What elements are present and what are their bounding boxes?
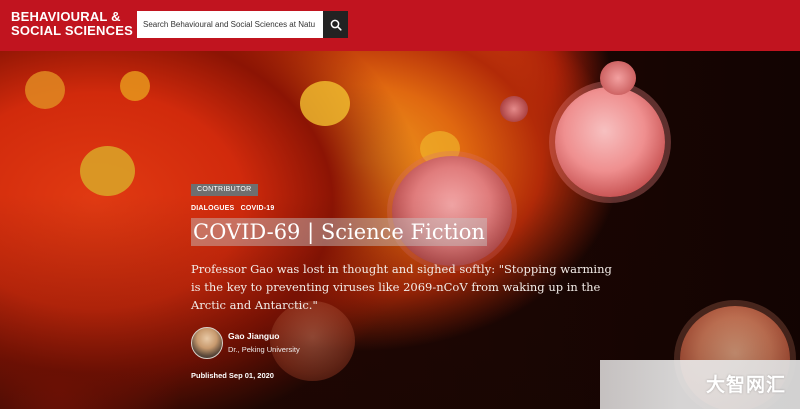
tag-covid-19[interactable]: COVID-19	[241, 205, 275, 212]
search-button[interactable]	[323, 11, 348, 38]
search-form	[137, 11, 348, 38]
author-affiliation: Dr., Peking University	[228, 345, 300, 354]
hero-banner: CONTRIBUTOR DIALOGUES COVID-19 COVID-69 …	[0, 51, 800, 409]
site-header: BEHAVIOURAL & SOCIAL SCIENCES	[0, 0, 800, 51]
watermark-logo: 大智网汇	[706, 374, 787, 396]
author-name[interactable]: Gao Jianguo	[228, 331, 279, 341]
article-description: Professor Gao was lost in thought and si…	[191, 262, 612, 312]
logo-line-2: SOCIAL SCIENCES	[11, 23, 133, 38]
contributor-badge: CONTRIBUTOR	[191, 184, 258, 196]
site-logo[interactable]: BEHAVIOURAL & SOCIAL SCIENCES	[11, 10, 133, 38]
article-title: COVID-69 | Science Fiction	[191, 218, 487, 246]
logo-line-1: BEHAVIOURAL &	[11, 9, 121, 24]
tag-dialogues[interactable]: DIALOGUES	[191, 205, 234, 212]
search-icon	[330, 19, 342, 31]
published-date: Published Sep 01, 2020	[191, 371, 274, 380]
article-tags: DIALOGUES COVID-19	[191, 205, 278, 212]
search-input[interactable]	[137, 11, 323, 38]
author-avatar[interactable]	[191, 327, 223, 359]
